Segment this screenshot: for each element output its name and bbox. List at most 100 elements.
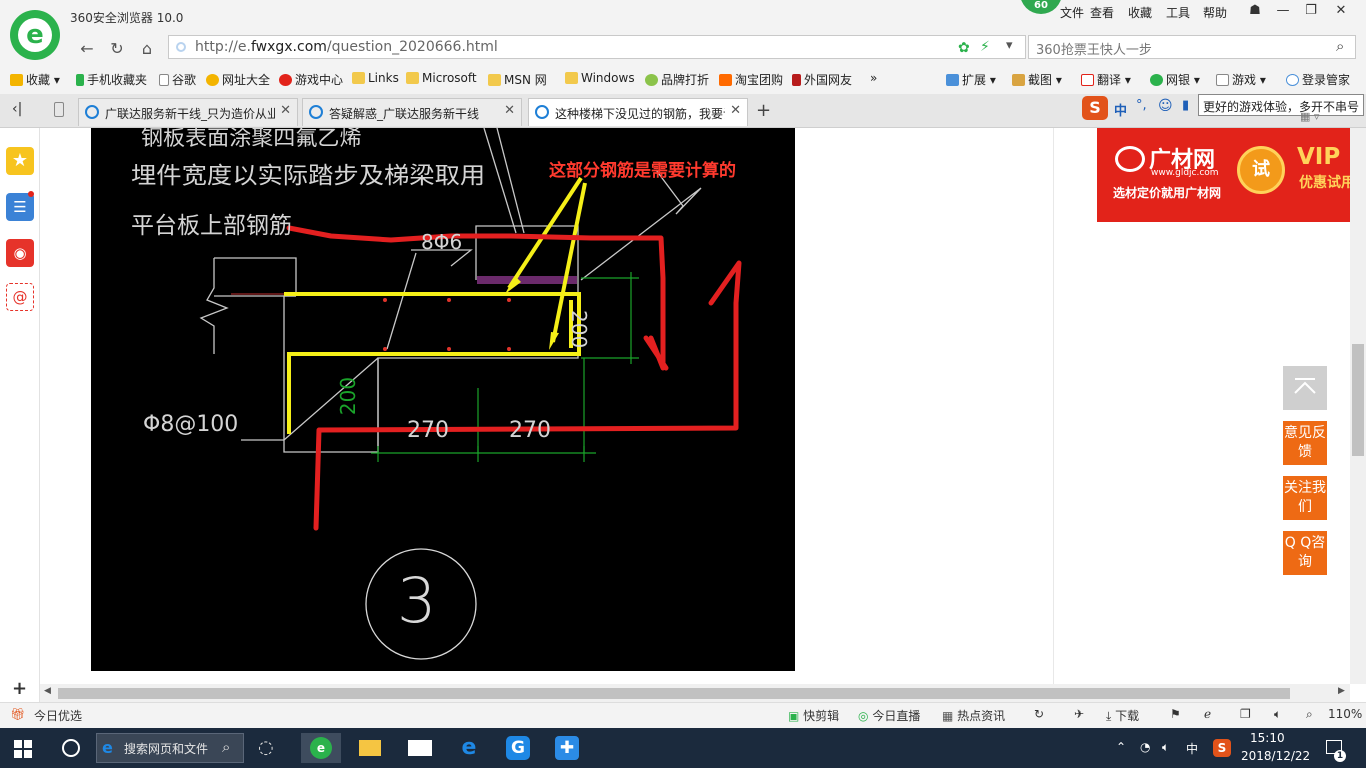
search-input[interactable]: 360抢票王快人一步	[1036, 39, 1152, 58]
close-tab-icon[interactable]: ✕	[730, 103, 741, 118]
microphone-icon[interactable]: ▮	[1182, 98, 1189, 113]
flag-icon[interactable]: ⚑	[1170, 707, 1181, 721]
news-feed-icon[interactable]: ☰	[6, 193, 34, 221]
feedback-button[interactable]: 意见反馈	[1283, 421, 1327, 465]
speed-icon[interactable]: ✿	[958, 40, 970, 56]
site-security-icon[interactable]	[176, 42, 186, 52]
tab-glodon-2[interactable]: 答疑解惑_广联达服务新干线 ✕	[302, 98, 522, 126]
taskbar-360-browser[interactable]: e	[301, 733, 341, 763]
skin-icon[interactable]: ☗	[1240, 0, 1270, 22]
speaker-icon[interactable]: 🔈︎	[1162, 740, 1169, 755]
tab-overflow-icon[interactable]: ▦ ▿	[1300, 110, 1319, 123]
tab-active-question[interactable]: 这种楼梯下没见过的钢筋，我要计算 ✕	[528, 98, 748, 126]
search-icon[interactable]: ⌕	[222, 738, 230, 756]
maximize-button[interactable]: ❐	[1296, 0, 1326, 22]
qq-consult-button[interactable]: Q Q咨询	[1283, 531, 1327, 575]
menu-help[interactable]: 帮助	[1203, 4, 1227, 21]
clock-time[interactable]: 15:10	[1250, 731, 1285, 745]
zoom-icon[interactable]: ⌕	[1306, 707, 1313, 722]
menu-favorites[interactable]: 收藏	[1128, 4, 1152, 21]
tab-glodon-1[interactable]: 广联达服务新干线_只为造价从业人员 ✕	[78, 98, 298, 126]
bookmark-mobile[interactable]: 手机收藏夹	[76, 71, 147, 88]
lightning-icon[interactable]: ⚡	[980, 39, 990, 55]
download-link[interactable]: ⤓ 下载	[1106, 707, 1139, 724]
search-icon[interactable]: ⌕	[1336, 37, 1344, 55]
bookmark-google[interactable]: 谷歌	[159, 71, 196, 88]
weibo-icon[interactable]: ◉	[6, 239, 34, 267]
menu-tools[interactable]: 工具	[1166, 4, 1190, 21]
emoji-icon[interactable]: ☺	[1158, 98, 1173, 114]
ie-compat-icon[interactable]: ℯ	[1204, 707, 1211, 721]
browser-logo-icon[interactable]: e	[10, 10, 60, 60]
follow-us-button[interactable]: 关注我们	[1283, 476, 1327, 520]
games-button[interactable]: 游戏 ▾	[1216, 71, 1266, 88]
taskbar-edge[interactable]: e	[449, 733, 489, 763]
home-icon[interactable]: ⌂	[136, 38, 158, 60]
wifi-icon[interactable]: ◔	[1140, 740, 1150, 754]
tray-expand-icon[interactable]: ⌃	[1116, 740, 1126, 754]
cortana-icon[interactable]	[62, 739, 80, 757]
translate-button[interactable]: 翻译 ▾	[1081, 71, 1131, 88]
sogou-tray-icon[interactable]: S	[1213, 739, 1231, 757]
daily-picks-link[interactable]: 今日优选	[34, 707, 82, 724]
punctuation-icon[interactable]: °,	[1136, 98, 1147, 113]
bookmark-windows[interactable]: Windows	[565, 71, 635, 85]
tab-scroll-left-icon[interactable]: ‹|	[12, 101, 22, 117]
sogou-ime-icon[interactable]: S	[1082, 96, 1108, 120]
refresh-status-icon[interactable]: ↻	[1034, 707, 1044, 721]
bookmark-brand-sale[interactable]: 品牌打折	[645, 71, 709, 88]
bookmark-microsoft[interactable]: Microsoft	[406, 71, 477, 85]
quick-edit-link[interactable]: ▣ 快剪辑	[788, 707, 839, 724]
close-window-button[interactable]: ✕	[1326, 0, 1356, 22]
taskbar-mail[interactable]	[400, 733, 440, 763]
ime-mode-label[interactable]: 中	[1114, 100, 1127, 119]
bookmark-taobao[interactable]: 淘宝团购	[719, 71, 783, 88]
pin-icon[interactable]: ✈	[1074, 707, 1084, 721]
close-tab-icon[interactable]: ✕	[504, 103, 515, 118]
bookmark-foreign-friends[interactable]: 外国网友	[792, 71, 852, 88]
hot-news-link[interactable]: ▦ 热点资讯	[942, 707, 1005, 724]
task-view-icon[interactable]: ◌	[258, 737, 274, 758]
back-to-top-button[interactable]	[1283, 366, 1327, 410]
mobile-tab-icon[interactable]	[54, 102, 64, 117]
volume-icon[interactable]: 🔈︎	[1274, 707, 1281, 722]
live-today-link[interactable]: ◎ 今日直播	[858, 707, 920, 724]
refresh-icon[interactable]: ↻	[106, 38, 128, 60]
bookmark-game-center[interactable]: 游戏中心	[279, 71, 343, 88]
online-banking-button[interactable]: 网银 ▾	[1150, 71, 1200, 88]
close-tab-icon[interactable]: ✕	[280, 103, 291, 118]
taskbar-app-plus[interactable]: ✚	[547, 733, 587, 763]
vertical-scroll-thumb[interactable]	[1352, 344, 1364, 456]
mail-icon[interactable]: @	[6, 283, 34, 311]
clock-date[interactable]: 2018/12/22	[1241, 749, 1310, 763]
url-dropdown-icon[interactable]: ▾	[1006, 38, 1013, 53]
taskbar-file-explorer[interactable]	[350, 733, 390, 763]
menu-view[interactable]: 查看	[1090, 4, 1114, 21]
taskbar-search-input[interactable]: 搜索网页和文件	[124, 740, 208, 757]
back-arrow-icon[interactable]: ←	[76, 38, 98, 60]
bookmark-msn[interactable]: MSN 网	[488, 71, 547, 88]
login-manager-button[interactable]: 登录管家	[1286, 71, 1350, 88]
bookmark-favorites[interactable]: 收藏 ▾	[10, 71, 60, 88]
sidebar-add-icon[interactable]: +	[12, 678, 27, 699]
taskbar-glodon[interactable]: G	[498, 733, 538, 763]
gldjc-advert[interactable]: 广材网 www.gldjc.com 选材定价就用广材网 试 VIP 优惠试用	[1097, 128, 1350, 222]
bookmarks-more-button[interactable]: »	[870, 71, 877, 85]
url-text[interactable]: http://e.fwxgx.com/question_2020666.html	[195, 39, 498, 55]
minimize-button[interactable]: —	[1268, 0, 1298, 22]
extensions-button[interactable]: 扩展 ▾	[946, 71, 996, 88]
new-tab-icon[interactable]: +	[756, 100, 771, 121]
favorites-star-icon[interactable]: ★	[6, 147, 34, 175]
menu-file[interactable]: 文件	[1060, 4, 1084, 21]
window-icon[interactable]: ❐	[1240, 707, 1251, 721]
bookmark-links[interactable]: Links	[352, 71, 399, 85]
zoom-level[interactable]: 110%	[1328, 707, 1362, 721]
screenshot-button[interactable]: 截图 ▾	[1012, 71, 1062, 88]
horizontal-scroll-thumb[interactable]	[58, 688, 1290, 699]
scroll-right-icon[interactable]: ▶	[1338, 686, 1345, 696]
bookmark-url-directory[interactable]: 网址大全	[206, 71, 270, 88]
tray-ime-label[interactable]: 中	[1186, 740, 1198, 757]
gift-icon[interactable]: 🎁︎	[10, 707, 25, 721]
windows-start-icon[interactable]	[14, 740, 32, 761]
scroll-left-icon[interactable]: ◀	[44, 686, 51, 696]
